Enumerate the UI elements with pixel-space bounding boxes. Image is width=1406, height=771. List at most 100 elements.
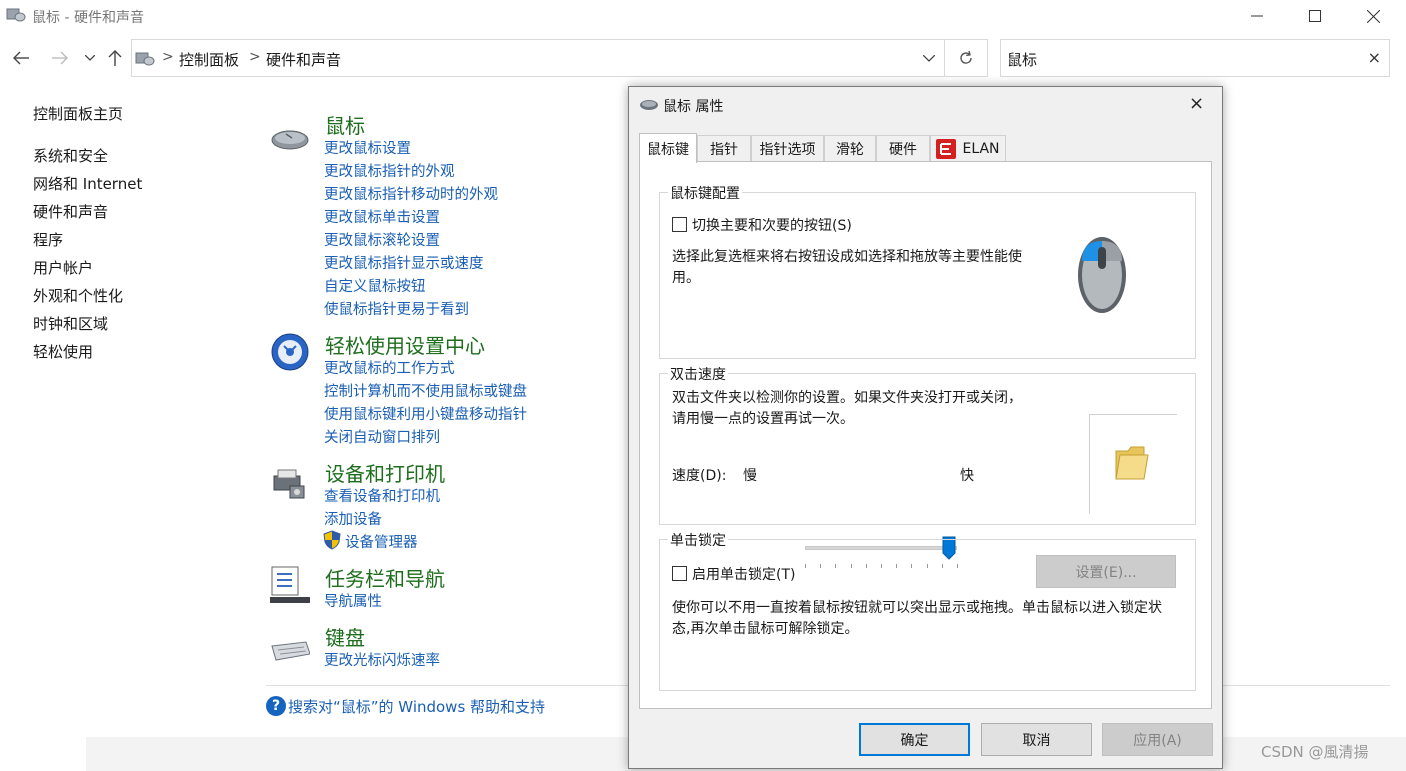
switch-buttons-description: 选择此复选框来将右按钮设成如选择和拖放等主要性能使用。	[672, 249, 1022, 286]
title-bar: 鼠标 - 硬件和声音	[0, 0, 1406, 32]
link-change-click-settings[interactable]: 更改鼠标单击设置	[324, 206, 440, 227]
link-cursor-blink-rate[interactable]: 更改光标闪烁速率	[324, 649, 440, 670]
control-panel-icon	[135, 52, 155, 66]
category-title-devices-printers[interactable]: 设备和打印机	[325, 458, 445, 487]
group-double-click-speed: 双击速度 双击文件夹以检测你的设置。如果文件夹没打开或关闭，请用慢一点的设置再试…	[659, 364, 1196, 525]
tab-pointers[interactable]: 指针	[697, 135, 751, 161]
link-change-pointer-appearance[interactable]: 更改鼠标指针的外观	[324, 160, 455, 181]
window-title: 鼠标 - 硬件和声音	[32, 10, 144, 26]
mouse-icon	[271, 130, 309, 150]
button-label: 应用(A)	[1133, 732, 1182, 749]
sidebar-item-ease-of-access[interactable]: 轻松使用	[33, 341, 93, 362]
switch-buttons-checkbox[interactable]	[672, 217, 687, 232]
link-change-pointer-moving-appearance[interactable]: 更改鼠标指针移动时的外观	[324, 183, 498, 204]
dialog-close-icon[interactable]: ×	[1189, 93, 1204, 114]
tab-label: 指针	[710, 141, 738, 158]
chevron-down-icon	[85, 55, 95, 61]
link-customize-buttons[interactable]: 自定义鼠标按钮	[324, 275, 426, 296]
refresh-icon	[960, 50, 972, 64]
group-label-double-click-speed: 双击速度	[668, 364, 728, 384]
apply-button[interactable]: 应用(A)	[1102, 723, 1213, 756]
tab-elan[interactable]: ELAN	[930, 135, 1006, 161]
sidebar-item-network[interactable]: 网络和 Internet	[33, 173, 142, 194]
sidebar-item-appearance[interactable]: 外观和个性化	[33, 285, 123, 306]
mouse-properties-dialog: 鼠标 属性 × 鼠标键 指针 指针选项 滑轮 硬件 ELAN 鼠标键配置 切换主…	[628, 86, 1223, 769]
background-strip-left	[0, 737, 86, 771]
search-box[interactable]: 鼠标 ×	[1000, 39, 1390, 77]
watermark: CSDN @風清揚	[1261, 743, 1369, 761]
sidebar-home-link[interactable]: 控制面板主页	[33, 103, 123, 124]
link-turn-off-snap[interactable]: 关闭自动窗口排列	[324, 426, 440, 447]
sidebar-item-hardware-sound[interactable]: 硬件和声音	[33, 201, 108, 222]
link-add-device[interactable]: 添加设备	[324, 508, 382, 529]
back-button[interactable]	[9, 46, 33, 70]
forward-button[interactable]	[48, 46, 72, 70]
group-click-lock: 单击锁定 启用单击锁定(T) 设置(E)... 使你可以不用一直按着鼠标按钮就可…	[659, 530, 1196, 691]
tab-wheel[interactable]: 滑轮	[824, 135, 876, 161]
link-change-pointer-speed[interactable]: 更改鼠标指针显示或速度	[324, 252, 484, 273]
arrow-up-icon	[108, 50, 122, 66]
group-button-configuration: 鼠标键配置 切换主要和次要的按钮(S) 选择此复选框来将右按钮设成如选择和拖放等…	[659, 183, 1196, 359]
link-device-manager[interactable]: 设备管理器	[345, 531, 418, 552]
speed-label: 速度(D):	[672, 468, 727, 484]
category-title-keyboard[interactable]: 键盘	[325, 622, 365, 651]
link-mouse-keys[interactable]: 使用鼠标键利用小键盘移动指针	[324, 403, 527, 424]
category-title-ease-of-access[interactable]: 轻松使用设置中心	[325, 330, 485, 359]
address-bar[interactable]: > 控制面板 > 硬件和声音	[131, 39, 945, 77]
help-icon: ?	[266, 696, 286, 716]
tab-label: 指针选项	[759, 141, 816, 158]
switch-buttons-label[interactable]: 切换主要和次要的按钮(S)	[692, 215, 852, 235]
search-input[interactable]: 鼠标	[1007, 49, 1037, 70]
click-lock-description: 使你可以不用一直按着鼠标按钮就可以突出显示或拖拽。单击鼠标以进入锁定状态,再次单…	[672, 600, 1162, 637]
arrow-left-icon	[13, 51, 29, 65]
clear-search-icon[interactable]: ×	[1368, 48, 1381, 67]
button-label: 确定	[900, 732, 929, 749]
sidebar-item-clock-region[interactable]: 时钟和区域	[33, 313, 108, 334]
mouse-illustration-icon	[1078, 237, 1126, 313]
mouse-app-icon	[6, 8, 26, 22]
tab-label: ELAN	[962, 140, 1000, 157]
tab-label: 滑轮	[836, 141, 864, 158]
cancel-button[interactable]: 取消	[981, 723, 1092, 756]
address-dropdown-button[interactable]	[913, 39, 945, 77]
recent-locations-button[interactable]	[78, 46, 102, 70]
double-click-description: 双击文件夹以检测你的设置。如果文件夹没打开或关闭，请用慢一点的设置再试一次。	[672, 390, 1022, 427]
sidebar-item-system-security[interactable]: 系统和安全	[33, 145, 108, 166]
up-button[interactable]	[103, 46, 127, 70]
breadcrumb-control-panel[interactable]: 控制面板	[179, 49, 239, 70]
close-icon[interactable]	[1344, 0, 1402, 32]
link-change-wheel-settings[interactable]: 更改鼠标滚轮设置	[324, 229, 440, 250]
link-control-without-mouse[interactable]: 控制计算机而不使用鼠标或键盘	[324, 380, 527, 401]
breadcrumb-separator[interactable]: >	[162, 49, 174, 65]
refresh-button[interactable]	[945, 39, 988, 77]
tab-label: 硬件	[889, 141, 917, 158]
breadcrumb-separator[interactable]: >	[249, 49, 261, 65]
ok-button[interactable]: 确定	[859, 723, 970, 756]
click-lock-settings-button[interactable]: 设置(E)...	[1036, 555, 1176, 588]
breadcrumb-hardware-sound[interactable]: 硬件和声音	[266, 49, 341, 70]
link-pointer-easier-to-see[interactable]: 使鼠标指针更易于看到	[324, 298, 469, 319]
click-lock-label[interactable]: 启用单击锁定(T)	[692, 564, 795, 584]
minimize-icon[interactable]	[1228, 0, 1286, 32]
click-lock-checkbox[interactable]	[672, 566, 687, 581]
test-folder-area[interactable]	[1089, 414, 1177, 514]
category-title-taskbar-navigation[interactable]: 任务栏和导航	[325, 563, 445, 592]
help-link-text[interactable]: 搜索对“鼠标”的 Windows 帮助和支持	[288, 696, 545, 717]
speed-fast-label: 快	[960, 468, 974, 484]
link-change-mouse-works[interactable]: 更改鼠标的工作方式	[324, 357, 455, 378]
button-label: 取消	[1022, 732, 1051, 749]
link-change-mouse-settings[interactable]: 更改鼠标设置	[324, 137, 411, 158]
sidebar-item-user-accounts[interactable]: 用户帐户	[33, 257, 93, 278]
tab-pointer-options[interactable]: 指针选项	[751, 135, 824, 161]
category-title-mouse[interactable]: 鼠标	[325, 110, 365, 139]
printer-icon	[273, 469, 305, 499]
link-navigation-properties[interactable]: 导航属性	[324, 590, 382, 611]
maximize-icon[interactable]	[1286, 0, 1344, 32]
tab-hardware[interactable]: 硬件	[876, 135, 930, 161]
sidebar-item-programs[interactable]: 程序	[33, 229, 63, 250]
tab-buttons[interactable]: 鼠标键	[639, 133, 697, 163]
keyboard-icon	[271, 641, 310, 661]
folder-icon[interactable]	[1114, 443, 1152, 483]
chevron-down-icon	[923, 54, 935, 62]
link-view-devices-printers[interactable]: 查看设备和打印机	[324, 485, 440, 506]
